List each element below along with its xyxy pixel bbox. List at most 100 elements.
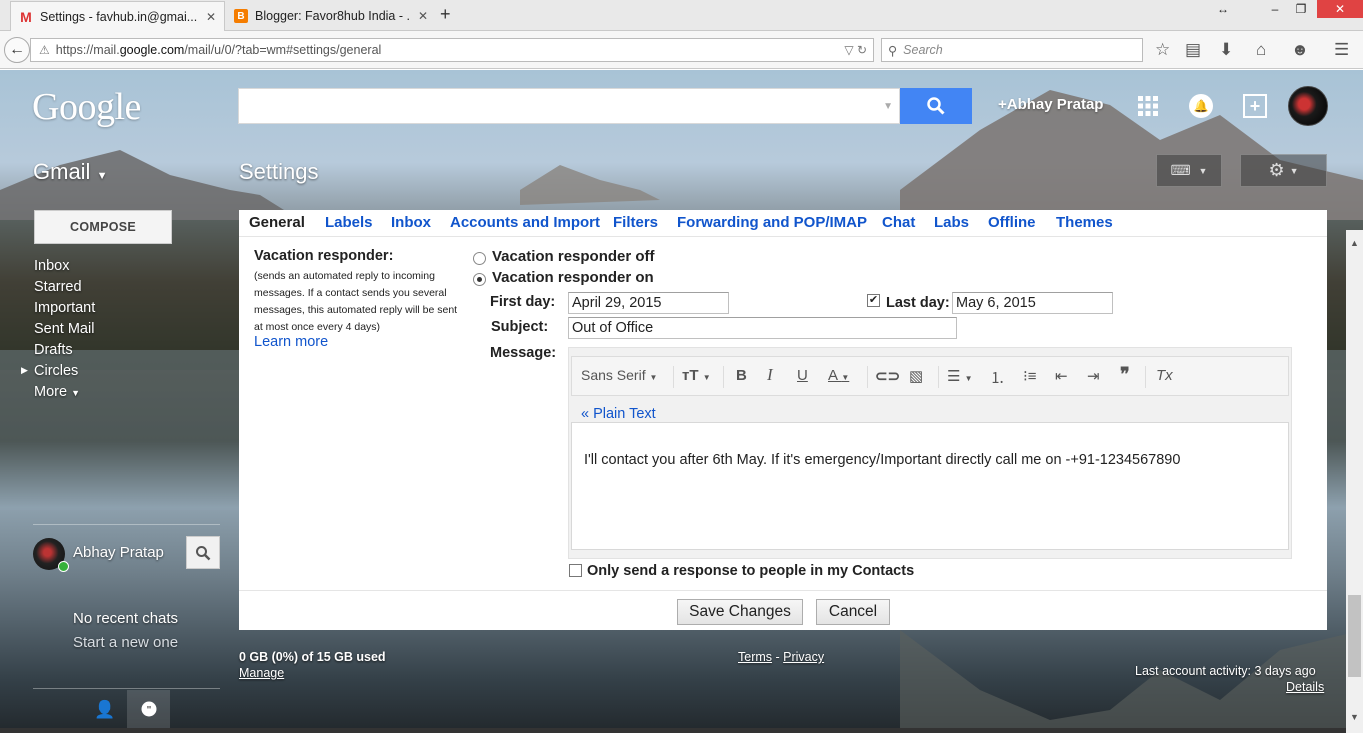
mail-nav-list: Inbox Starred Important Sent Mail Drafts… xyxy=(34,256,95,403)
back-button[interactable]: ← xyxy=(4,37,30,63)
hangouts-icon[interactable]: " xyxy=(127,690,170,730)
scroll-up-icon[interactable]: ▲ xyxy=(1350,238,1359,248)
home-icon[interactable]: ⌂ xyxy=(1256,40,1266,60)
tab-labels[interactable]: Labels xyxy=(325,214,373,231)
divider xyxy=(33,688,220,689)
input-tools-button[interactable]: ⌨ ▼ xyxy=(1156,154,1222,187)
indent-less-icon[interactable]: ⇤ xyxy=(1055,367,1068,385)
nav-item-inbox[interactable]: Inbox xyxy=(34,256,95,277)
font-family-select[interactable]: Sans Serif ▼ xyxy=(581,367,657,383)
terms-link[interactable]: Terms xyxy=(738,650,772,664)
page-scrollbar[interactable]: ▲ ▼ xyxy=(1346,230,1363,733)
nav-item-more[interactable]: More ▼ xyxy=(34,382,95,403)
scrollbar-thumb[interactable] xyxy=(1348,595,1361,677)
contacts-only-label[interactable]: Only send a response to people in my Con… xyxy=(587,563,914,579)
url-bar[interactable]: ⚠ https://mail. google.com/mail/u/0/?tab=… xyxy=(30,38,874,62)
tab-inbox[interactable]: Inbox xyxy=(391,214,431,231)
search-button[interactable] xyxy=(900,88,972,124)
mail-search-input[interactable]: ▼ xyxy=(238,88,900,124)
tab-general[interactable]: General xyxy=(249,214,305,231)
save-changes-button[interactable]: Save Changes xyxy=(677,599,803,625)
quote-icon[interactable]: ❞ xyxy=(1120,364,1130,385)
close-tab-icon[interactable]: ✕ xyxy=(206,10,216,24)
online-status-icon xyxy=(58,561,69,572)
message-body-editor[interactable]: I'll contact you after 6th May. If it's … xyxy=(571,422,1289,550)
browser-tab-gmail[interactable]: M Settings - favhub.in@gmai... ✕ xyxy=(10,1,225,31)
nav-item-starred[interactable]: Starred xyxy=(34,277,95,298)
subject-input[interactable] xyxy=(568,317,957,339)
google-logo[interactable]: Google xyxy=(32,85,141,129)
formatting-toolbar: Sans Serif ▼ ᴛT ▼ B I U A ▼ ⊂⊃ ▧ ☰ ▼ ⒈ ⁝… xyxy=(571,356,1289,396)
vacation-on-radio[interactable] xyxy=(473,273,486,286)
expand-arrow-icon[interactable]: ▶ xyxy=(21,365,28,376)
resize-icon[interactable]: ↔ xyxy=(1208,0,1238,18)
tab-filters[interactable]: Filters xyxy=(613,214,658,231)
chat-user-name[interactable]: Abhay Pratap xyxy=(73,544,164,561)
maximize-button[interactable]: ❐ xyxy=(1286,0,1316,18)
divider xyxy=(938,366,939,388)
last-day-checkbox[interactable]: ✔ xyxy=(867,294,880,307)
cancel-button[interactable]: Cancel xyxy=(816,599,890,625)
new-tab-button[interactable]: + xyxy=(440,4,451,25)
chat-icon[interactable]: ☻ xyxy=(1291,40,1309,60)
font-family-value: Sans Serif xyxy=(581,367,646,383)
last-day-input[interactable] xyxy=(952,292,1113,314)
nav-item-important[interactable]: Important xyxy=(34,298,95,319)
notifications-bell-icon[interactable]: 🔔 xyxy=(1189,94,1213,118)
chevron-down-icon[interactable]: ▼ xyxy=(883,101,893,112)
align-icon[interactable]: ☰ ▼ xyxy=(947,367,973,385)
browser-search-input[interactable]: ⚲ Search xyxy=(881,38,1143,62)
numbered-list-icon[interactable]: ⒈ xyxy=(990,367,1005,388)
apps-grid-icon[interactable] xyxy=(1138,96,1158,116)
contacts-only-checkbox[interactable] xyxy=(569,564,582,577)
tab-labs[interactable]: Labs xyxy=(934,214,969,231)
close-tab-icon[interactable]: ✕ xyxy=(418,9,428,23)
close-window-button[interactable]: ✕ xyxy=(1317,0,1363,18)
first-day-input[interactable] xyxy=(568,292,729,314)
contacts-person-icon[interactable]: 👤 xyxy=(94,700,115,720)
gmail-menu[interactable]: Gmail ▼ xyxy=(33,159,107,185)
image-icon[interactable]: ▧ xyxy=(909,367,923,385)
tab-themes[interactable]: Themes xyxy=(1056,214,1113,231)
account-avatar[interactable] xyxy=(1288,86,1328,126)
tab-forwarding[interactable]: Forwarding and POP/IMAP xyxy=(677,214,867,231)
chat-search-button[interactable] xyxy=(186,536,220,569)
tab-chat[interactable]: Chat xyxy=(882,214,915,231)
indent-more-icon[interactable]: ⇥ xyxy=(1087,367,1100,385)
scroll-down-icon[interactable]: ▼ xyxy=(1350,712,1359,722)
bulleted-list-icon[interactable]: ⁝≡ xyxy=(1023,367,1037,385)
remove-formatting-icon[interactable]: Tx xyxy=(1156,367,1173,384)
vacation-off-label[interactable]: Vacation responder off xyxy=(492,248,655,265)
vacation-off-radio[interactable] xyxy=(473,252,486,265)
star-icon[interactable]: ☆ xyxy=(1155,40,1170,60)
nav-item-sent-mail[interactable]: Sent Mail xyxy=(34,319,95,340)
plain-text-link[interactable]: « Plain Text xyxy=(581,406,656,422)
underline-icon[interactable]: U xyxy=(797,367,808,384)
nav-item-drafts[interactable]: Drafts xyxy=(34,340,95,361)
bold-icon[interactable]: B xyxy=(736,367,747,384)
learn-more-link[interactable]: Learn more xyxy=(254,334,328,350)
google-plus-user-link[interactable]: +Abhay Pratap xyxy=(998,96,1103,113)
activity-details-link[interactable]: Details xyxy=(1286,680,1324,694)
tab-offline[interactable]: Offline xyxy=(988,214,1036,231)
privacy-link[interactable]: Privacy xyxy=(783,650,824,664)
italic-icon[interactable]: I xyxy=(767,365,773,385)
warning-icon[interactable]: ⚠ xyxy=(39,43,50,57)
url-path: /mail/u/0/?tab=wm#settings/general xyxy=(184,43,382,57)
tab-accounts-import[interactable]: Accounts and Import xyxy=(450,214,600,231)
nav-item-circles[interactable]: Circles xyxy=(34,361,95,382)
text-color-icon[interactable]: A ▼ xyxy=(828,367,849,384)
start-new-chat-link[interactable]: Start a new one xyxy=(73,634,178,651)
download-icon[interactable]: ⬇ xyxy=(1219,40,1233,60)
link-icon[interactable]: ⊂⊃ xyxy=(875,367,900,385)
browser-tab-blogger[interactable]: B Blogger: Favor8hub India - ... ✕ xyxy=(226,1,436,31)
vacation-on-label[interactable]: Vacation responder on xyxy=(492,269,654,286)
reading-list-icon[interactable]: ▤ xyxy=(1185,40,1201,60)
reload-icon[interactable]: ▽ ↻ xyxy=(844,43,867,57)
manage-storage-link[interactable]: Manage xyxy=(239,666,284,680)
font-size-icon[interactable]: ᴛT ▼ xyxy=(682,367,711,384)
share-plus-icon[interactable]: + xyxy=(1243,94,1267,118)
compose-button[interactable]: COMPOSE xyxy=(34,210,172,244)
menu-icon[interactable]: ☰ xyxy=(1334,40,1349,60)
settings-gear-button[interactable]: ⚙ ▼ xyxy=(1240,154,1327,187)
